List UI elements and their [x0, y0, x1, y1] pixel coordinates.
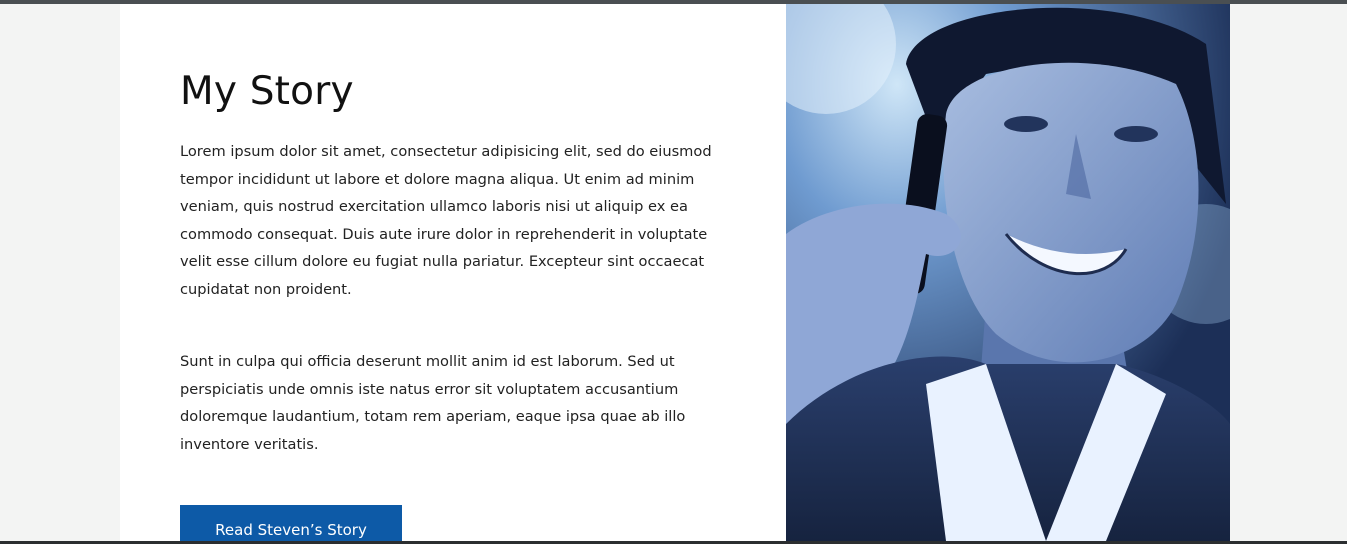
story-paragraph-2: Sunt in culpa qui officia deserunt molli… — [180, 353, 686, 453]
story-section: My Story Lorem ipsum dolor sit amet, con… — [120, 4, 786, 541]
page-title: My Story — [180, 69, 354, 114]
portrait-photo — [786, 4, 1230, 541]
story-paragraph-1: Lorem ipsum dolor sit amet, consectetur … — [180, 143, 712, 298]
read-story-button[interactable]: Read Steven’s Story — [180, 505, 402, 541]
